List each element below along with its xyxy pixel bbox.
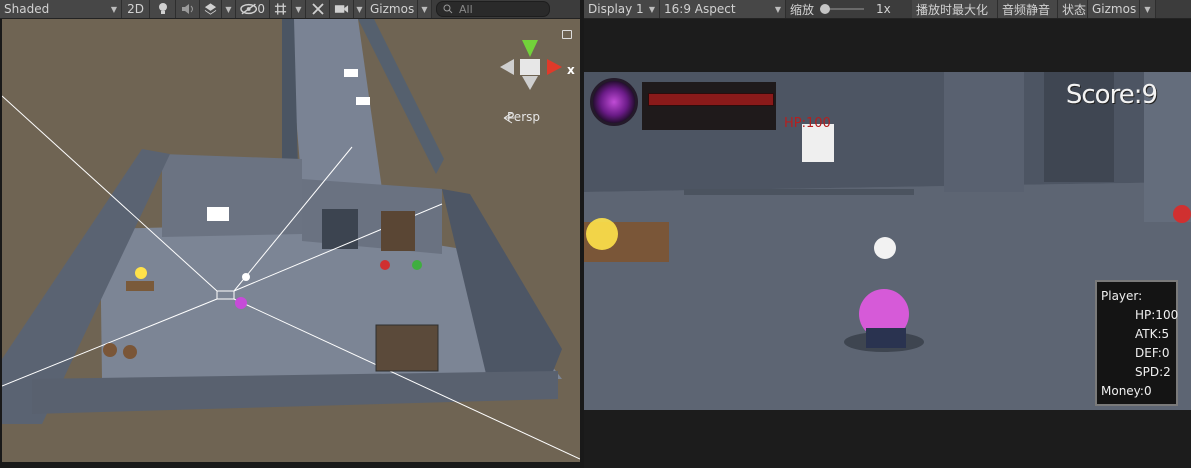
scene-render — [2, 19, 580, 460]
scene-gizmos-dropdown[interactable]: ▼ — [418, 0, 432, 18]
scene-view[interactable]: x Persp — [2, 19, 580, 462]
scale-slider-handle[interactable] — [820, 4, 831, 14]
audio-toggle[interactable] — [176, 0, 200, 18]
stats-toggle[interactable]: 状态 — [1058, 0, 1088, 18]
aspect-label: 16:9 Aspect — [664, 2, 736, 16]
doorway — [322, 209, 358, 249]
scene-search-input[interactable]: All — [436, 1, 550, 17]
lock-icon[interactable] — [562, 30, 572, 39]
health-bar — [648, 93, 774, 106]
player-hp: HP:100 — [1135, 308, 1179, 322]
game-gizmos-dropdown[interactable]: ▼ — [1140, 0, 1156, 18]
component-tools-button[interactable] — [306, 0, 330, 18]
torch-glow — [586, 218, 618, 250]
score-label: Score:9 — [1065, 80, 1158, 110]
scene-toolbar: Shaded ▼ 2D ▼ 0 ▼ ▼ Gizmos ▼ All — [0, 0, 580, 19]
camera-dropdown[interactable]: ▼ — [354, 0, 366, 18]
scene-gizmo-icon[interactable] — [500, 40, 562, 90]
scene-visibility-toggle[interactable]: 0 — [236, 0, 270, 18]
scene-gizmos-label: Gizmos — [370, 2, 415, 16]
mute-audio-label: 音频静音 — [1002, 2, 1051, 17]
enemy-marker — [344, 69, 358, 77]
grid-dropdown[interactable]: ▼ — [292, 0, 306, 18]
enemy-hp-label: HP:100 — [784, 116, 831, 131]
barrel-prop — [123, 345, 137, 359]
chevron-down-icon: ▼ — [648, 4, 655, 14]
enemy-portrait-icon — [590, 78, 638, 126]
effects-toggle[interactable] — [200, 0, 222, 18]
scene-camera-button[interactable] — [330, 0, 354, 18]
chevron-down-icon: ▼ — [110, 4, 117, 14]
room-back-wall — [162, 154, 302, 237]
stairs-prop — [381, 211, 415, 251]
shading-mode-dropdown[interactable]: Shaded ▼ — [0, 0, 122, 18]
player-def: DEF:0 — [1135, 346, 1170, 360]
lighting-toggle[interactable] — [150, 0, 176, 18]
scale-slider[interactable] — [820, 4, 865, 14]
chevron-down-icon: ▼ — [421, 4, 428, 14]
display-dropdown[interactable]: Display 1 ▼ — [584, 0, 660, 18]
search-placeholder: All — [459, 2, 473, 16]
scale-value: 1x — [876, 2, 891, 16]
enemy-marker — [356, 97, 370, 105]
scale-control: 缩放 1x — [786, 0, 912, 18]
red-potion-prop — [1173, 205, 1191, 223]
chevron-down-icon: ▼ — [225, 4, 232, 14]
visibility-icon — [240, 3, 258, 15]
scale-label: 缩放 — [790, 2, 815, 17]
ball-prop — [874, 237, 896, 259]
stats-label: 状态 — [1062, 2, 1087, 17]
maximize-on-play-toggle[interactable]: 播放时最大化 — [912, 0, 998, 18]
chevron-down-icon: ▼ — [1144, 4, 1151, 14]
pillar — [944, 72, 1024, 192]
search-icon — [443, 4, 453, 14]
shading-mode-label: Shaded — [4, 2, 50, 16]
player-atk: ATK:5 — [1135, 327, 1170, 341]
torch-glow — [135, 267, 147, 279]
toggle-2d-button[interactable]: 2D — [122, 0, 150, 18]
grid-toggle[interactable] — [270, 0, 292, 18]
grid-icon — [274, 3, 287, 15]
toggle-2d-label: 2D — [127, 2, 144, 16]
player-body — [866, 328, 906, 348]
maximize-on-play-label: 播放时最大化 — [916, 2, 989, 17]
hidden-count: 0 — [257, 2, 265, 16]
axis-x-label: x — [567, 63, 575, 77]
enemy-marker — [207, 207, 229, 221]
effects-icon — [204, 3, 217, 15]
health-bar-frame — [642, 82, 776, 130]
scene-gizmos-button[interactable]: Gizmos — [366, 0, 418, 18]
chevron-down-icon: ▼ — [774, 4, 781, 14]
display-label: Display 1 — [588, 2, 644, 16]
tools-icon — [311, 3, 324, 15]
light-icon — [158, 3, 167, 14]
projection-label[interactable]: Persp — [507, 110, 540, 124]
chevron-down-icon: ▼ — [295, 4, 302, 14]
floor-trap — [684, 189, 914, 195]
game-toolbar: Display 1 ▼ 16:9 Aspect ▼ 缩放 1x 播放时最大化 音… — [584, 0, 1191, 19]
player-marker — [235, 297, 247, 309]
effects-dropdown[interactable]: ▼ — [222, 0, 236, 18]
player-stats-panel: Player: HP:100 ATK:5 DEF:0 SPD:2 Money:0 — [1095, 280, 1178, 406]
aspect-dropdown[interactable]: 16:9 Aspect ▼ — [660, 0, 786, 18]
game-gizmos-label: Gizmos — [1092, 2, 1137, 16]
game-view[interactable]: HP:100 Score:9 Player: HP:100 ATK:5 DEF:… — [584, 72, 1191, 410]
green-potion-prop — [412, 260, 422, 270]
table-prop — [126, 281, 154, 291]
game-gizmos-button[interactable]: Gizmos — [1088, 0, 1140, 18]
mute-audio-toggle[interactable]: 音频静音 — [998, 0, 1058, 18]
red-potion-prop — [380, 260, 390, 270]
barrel-prop — [103, 343, 117, 357]
audio-icon — [181, 4, 193, 14]
floor-grate-prop — [375, 324, 439, 372]
camera-icon — [334, 5, 349, 13]
chevron-down-icon: ▼ — [356, 4, 363, 14]
player-spd: SPD:2 — [1135, 365, 1171, 379]
ball-prop — [242, 273, 250, 281]
player-money: Money:0 — [1101, 384, 1152, 398]
player-title: Player: — [1101, 289, 1143, 303]
